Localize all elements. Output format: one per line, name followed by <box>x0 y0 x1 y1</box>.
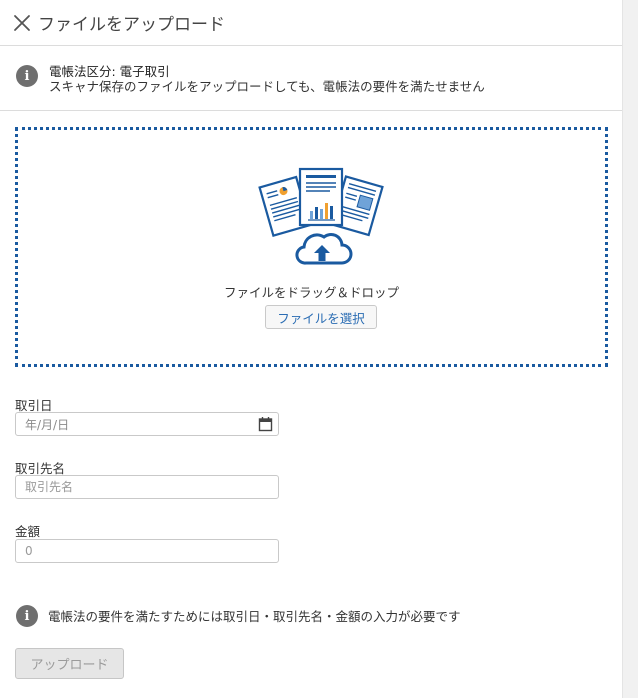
file-dropzone[interactable]: ファイルをドラッグ＆ドロップ ファイルを選択 <box>15 127 608 367</box>
transaction-date-input[interactable]: 年/月/日 <box>15 412 279 436</box>
documents-upload-illustration <box>258 167 384 265</box>
scrollbar[interactable] <box>622 0 638 698</box>
classification-notice: i 電帳法区分: 電子取引 スキャナ保存のファイルをアップロードしても、電帳法の… <box>0 46 622 111</box>
upload-panel: ファイルをアップロード i 電帳法区分: 電子取引 スキャナ保存のファイルをアッ… <box>0 0 622 698</box>
partner-input[interactable] <box>15 475 279 499</box>
requirement-note: i 電帳法の要件を満たすためには取引日・取引先名・金額の入力が必要です <box>16 604 461 627</box>
panel-header: ファイルをアップロード <box>0 0 622 46</box>
calendar-icon[interactable] <box>258 416 273 432</box>
transaction-date-placeholder: 年/月/日 <box>25 417 70 432</box>
page-title: ファイルをアップロード <box>38 15 225 35</box>
info-icon: i <box>16 605 38 627</box>
amount-input[interactable] <box>15 539 279 563</box>
dropzone-label: ファイルをドラッグ＆ドロップ <box>223 285 399 300</box>
requirement-text: 電帳法の要件を満たすためには取引日・取引先名・金額の入力が必要です <box>48 609 461 624</box>
amount-label: 金額 <box>15 524 41 539</box>
notice-title: 電帳法区分: 電子取引 <box>49 64 170 79</box>
upload-button[interactable]: アップロード <box>15 648 124 679</box>
info-icon: i <box>16 65 38 87</box>
close-icon[interactable] <box>12 13 32 33</box>
select-file-button[interactable]: ファイルを選択 <box>265 305 377 329</box>
notice-message: スキャナ保存のファイルをアップロードしても、電帳法の要件を満たせません <box>49 79 485 94</box>
